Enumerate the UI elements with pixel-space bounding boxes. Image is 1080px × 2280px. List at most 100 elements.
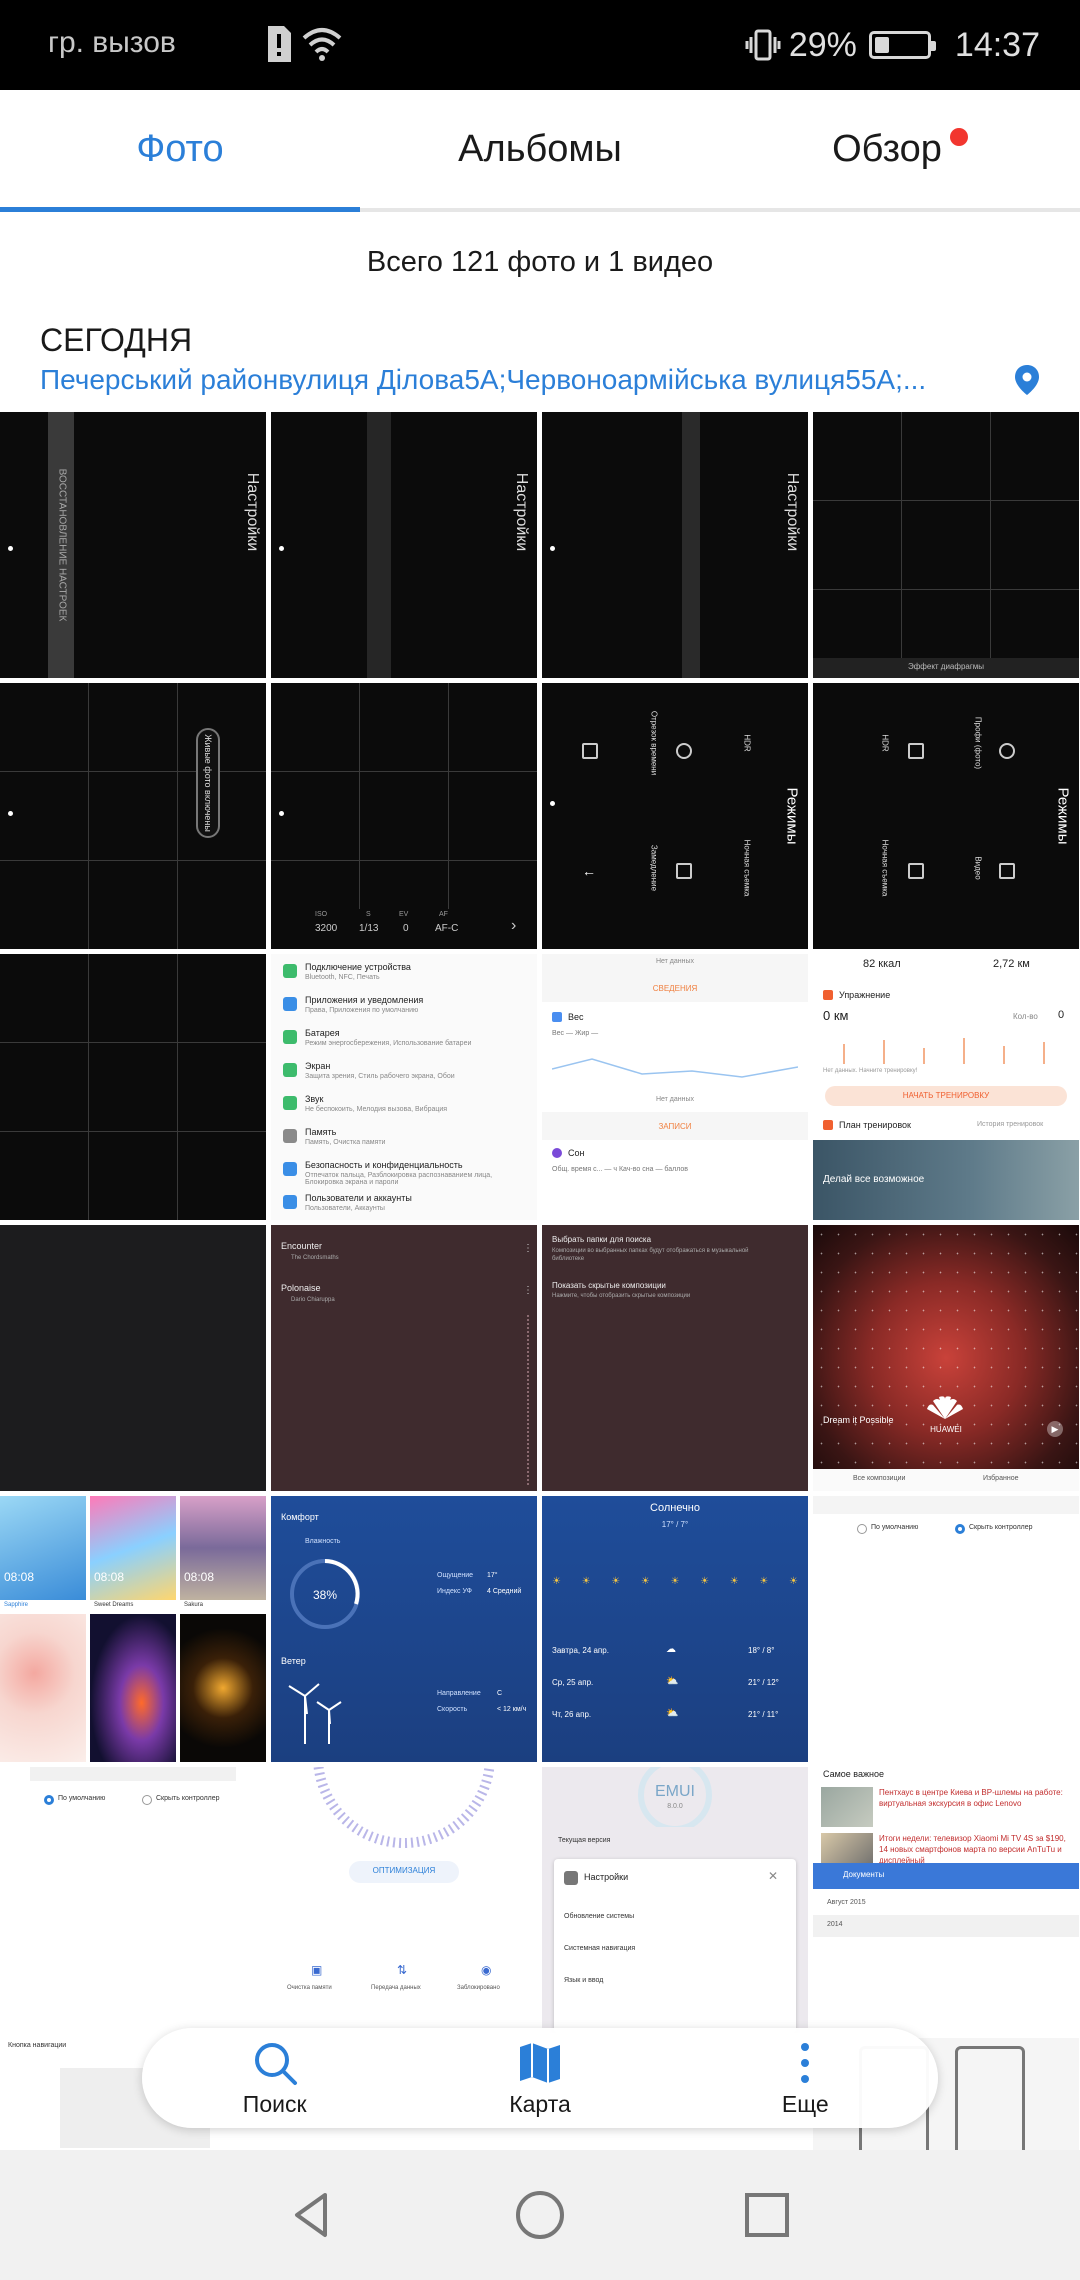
photo-thumbnail[interactable]: EMUI 8.0.0 Текущая версия Настройки ✕ Об… — [542, 1767, 808, 2033]
photo-thumbnail[interactable]: Живые фото включены — [0, 683, 266, 949]
photo-thumbnail[interactable]: HDR Профи (фото) Ночная съемка Видео Реж… — [813, 683, 1079, 949]
photo-thumbnail[interactable]: Настройки — [271, 412, 537, 678]
settings-row-icon — [283, 1063, 297, 1077]
photo-thumbnail[interactable]: ОПТИМИЗАЦИЯ ▣ ⇅ ◉ Очистка памяти Передач… — [271, 1767, 537, 2033]
tab-photos[interactable]: Фото — [0, 90, 360, 212]
radio-button[interactable] — [142, 1795, 152, 1805]
sim-alert-icon — [268, 26, 291, 62]
arrow-left-icon: ← — [582, 863, 596, 879]
theme-name: Sakura — [184, 1602, 204, 1608]
optimize-label: ОПТИМИЗАЦИЯ — [372, 1866, 436, 1875]
photo-count-summary: Всего 121 фото и 1 видео — [366, 246, 714, 278]
forecast-day: Ср, 25 апр. — [552, 1678, 594, 1687]
theme-preview — [0, 1614, 86, 1762]
photo-thumbnail[interactable]: Комфорт Влажность 38% Ощущение 17° Индек… — [271, 1496, 537, 1762]
focus-dot — [8, 546, 13, 551]
photo-thumbnail[interactable]: Настройки — [542, 412, 808, 678]
thumb-text: 4 Средний — [487, 1588, 522, 1595]
home-button[interactable] — [495, 2170, 585, 2260]
photo-thumbnail[interactable]: По умолчанию Скрыть контроллер — [0, 1767, 266, 2033]
focus-dot — [8, 811, 13, 816]
recents-square-icon — [744, 2193, 789, 2237]
highlight-bar — [367, 412, 391, 678]
photo-thumbnail[interactable]: 08:08 08:08 08:08 Sapphire Sweet Dreams … — [0, 1496, 266, 1762]
photo-thumbnail[interactable]: Encounter The Chordsmaths Polonaise Dari… — [271, 1225, 537, 1491]
thumb-text: Показать скрытые композиции — [552, 1281, 666, 1290]
settings-row: Экран Защита зрения, Стиль рабочего экран… — [283, 1061, 527, 1093]
back-button[interactable] — [268, 2170, 358, 2260]
photo-thumbnail[interactable]: По умолчанию Скрыть контроллер — [813, 1496, 1079, 1762]
search-button[interactable]: Поиск — [142, 2028, 407, 2128]
thumb-text: Нет данных — [655, 958, 695, 965]
activity-bars — [843, 1038, 1045, 1064]
grid-line — [88, 954, 89, 1220]
thumb-text: Encounter — [281, 1241, 323, 1251]
thumb-vertical-title: Настройки — [244, 472, 261, 552]
search-label: Поиск — [242, 2090, 307, 2117]
hourly-forecast: ☀ ☀ ☀ ☀ ☀ ☀ ☀ ☀ ☀ — [552, 1576, 798, 1587]
photo-thumbnail[interactable]: Самое важное Пентхаус в центре Киева и В… — [813, 1767, 1079, 2033]
emui-logo: EMUI — [655, 1783, 695, 1800]
thumb-text: Скорость — [437, 1706, 468, 1713]
grid-line — [990, 412, 991, 678]
location-pin-icon — [1015, 365, 1039, 395]
thumb-text: Август 2015 — [827, 1899, 866, 1906]
more-vert-icon — [801, 2042, 810, 2083]
photo-thumbnail[interactable]: 82 ккал 2,72 км Упражнение 0 км Кол-во 0… — [813, 954, 1079, 1220]
forecast-day: Чт, 26 апр. — [552, 1710, 592, 1719]
theme-preview — [0, 1496, 86, 1600]
thumb-text: История тренировок — [977, 1121, 1044, 1128]
photo-thumbnail[interactable]: Подключение устройства Bluetooth, NFC, Пе… — [271, 954, 537, 1220]
wifi-icon — [302, 28, 342, 61]
settings-row-icon — [283, 997, 297, 1011]
map-icon — [519, 2042, 560, 2083]
thumb-text: Кнопка навигации — [8, 2042, 67, 2049]
mode-tile — [999, 743, 1015, 759]
thumb-text: Передача данных — [371, 1985, 421, 1991]
grid-line — [0, 1042, 266, 1043]
weight-chart — [552, 1058, 798, 1078]
radio-button[interactable] — [857, 1524, 867, 1534]
map-button[interactable]: Карта — [407, 2028, 672, 2128]
photo-thumbnail[interactable]: ← Отрезок времени HDR Замедление Ночная … — [542, 683, 808, 949]
location-link[interactable]: Печерський районвулиця Ділова5А;Червоноа… — [40, 364, 1040, 396]
photo-thumbnail[interactable] — [0, 1225, 266, 1491]
theme-time: 08:08 — [4, 1570, 35, 1584]
photo-thumbnail[interactable]: Выбрать папки для поиска Композиции во в… — [542, 1225, 808, 1491]
wind-turbine-icon — [288, 1683, 342, 1744]
radio-button-selected[interactable] — [44, 1795, 54, 1805]
thumb-text: < 12 км/ч — [497, 1706, 527, 1713]
mode-label: Отрезок времени — [649, 710, 659, 776]
phone-outline — [955, 2046, 1025, 2152]
vibrate-icon — [745, 29, 781, 61]
recents-button[interactable] — [722, 2170, 812, 2260]
mode-label: HDR — [880, 734, 890, 752]
blocked-icon: ◉ — [481, 1963, 492, 1977]
settings-row-title: Звук — [305, 1094, 324, 1104]
photo-thumbnail[interactable]: Нет данных СВЕДЕНИЯ Вес Вес — Жир — Нет … — [542, 954, 808, 1220]
tab-discover[interactable]: Обзор — [720, 90, 1080, 208]
radio-button-selected[interactable] — [955, 1524, 965, 1534]
grid-line — [177, 683, 178, 949]
system-nav-bar — [0, 2150, 1080, 2280]
huawei-logo — [927, 1396, 963, 1419]
exercise-icon — [823, 990, 833, 1000]
tab-albums[interactable]: Альбомы — [360, 90, 720, 208]
cleanup-icon: ▣ — [311, 1963, 323, 1977]
top-strip — [30, 1767, 236, 1781]
photo-thumbnail[interactable]: Эффект диафрагмы — [813, 412, 1079, 678]
news-title: Итоги недели: телевизор Xiaomi Mi TV 4S … — [879, 1834, 1066, 1865]
settings-row-icon — [283, 1096, 297, 1110]
thumb-vertical-title: Режимы — [783, 787, 801, 845]
photo-thumbnail[interactable]: ISO 3200 S 1/13 EV 0 AF AF-C › — [271, 683, 537, 949]
dialog-row: Обновление системы — [564, 1913, 635, 1920]
thumb-text: Нет данных. Начните тренировку! — [823, 1068, 918, 1074]
photo-thumbnail[interactable]: Dream it Possible HUAWEI ▶ Все композици… — [813, 1225, 1079, 1491]
more-button[interactable]: Еще — [673, 2028, 938, 2128]
grid-line — [271, 860, 537, 861]
settings-row-icon — [283, 1129, 297, 1143]
thumb-text: Индекс УФ — [437, 1588, 472, 1595]
photo-thumbnail[interactable] — [0, 954, 266, 1220]
photo-thumbnail[interactable]: ВОССТАНОВЛЕНИЕ НАСТРОЕК Настройки — [0, 412, 266, 678]
photo-thumbnail[interactable]: Солнечно 17° / 7° ☀ ☀ ☀ ☀ ☀ ☀ ☀ ☀ ☀ Завтра, 24 а… — [542, 1496, 808, 1762]
